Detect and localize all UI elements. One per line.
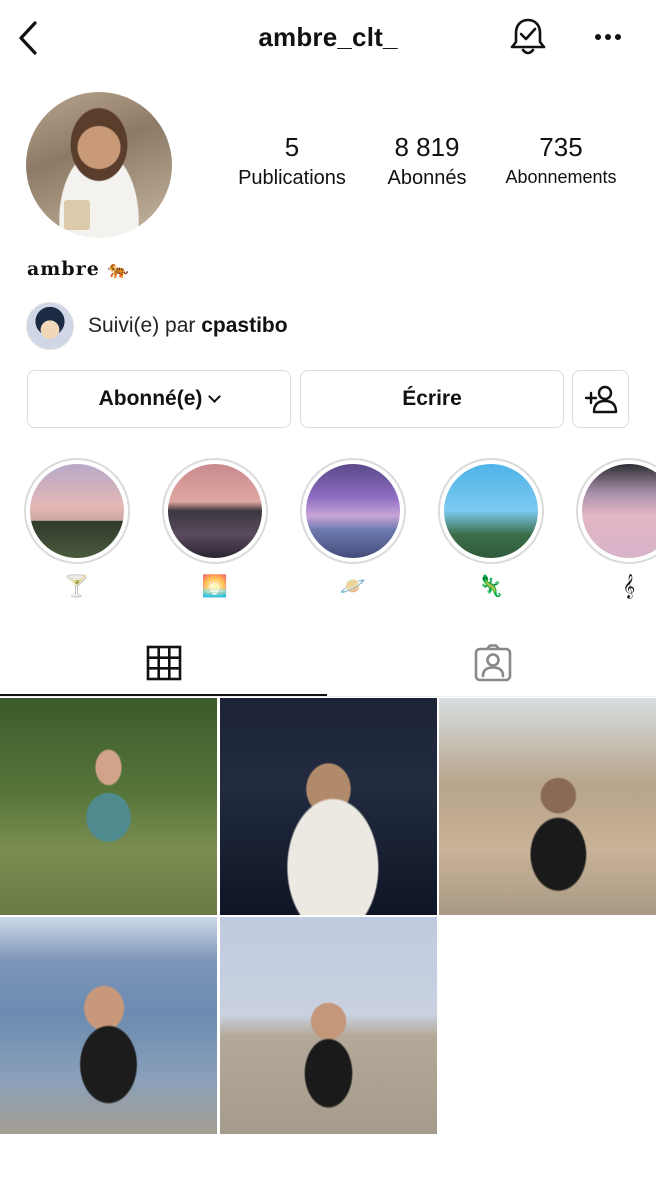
highlight-ring [576, 458, 656, 564]
highlight-label: 🪐 [339, 574, 367, 598]
tagged-person-icon [474, 644, 511, 682]
followed-by-username: cpastibo [201, 314, 288, 337]
highlight-ring [162, 458, 268, 564]
highlight-4[interactable]: 🦎 [438, 458, 544, 600]
highlight-ring [438, 458, 544, 564]
stat-publications-count: 5 [284, 132, 300, 162]
message-button[interactable]: Écrire [300, 370, 564, 428]
suggest-users-button[interactable] [572, 370, 629, 428]
stat-following-label: Abonnements [505, 167, 617, 187]
display-name-text: ambre [27, 258, 100, 280]
stat-following-count: 735 [539, 132, 583, 162]
post-thumbnail-2[interactable] [220, 698, 437, 915]
top-bar: ambre_clt_ [0, 0, 656, 76]
highlight-label: 𝄞 [622, 574, 636, 598]
profile-username: ambre_clt_ [258, 22, 398, 52]
stat-following[interactable]: 735 Abonnements [486, 132, 636, 188]
highlight-label: 🍸 [63, 574, 91, 598]
followed-by-prefix: Suivi(e) par [88, 314, 196, 337]
highlight-cover-lake-sunset [168, 464, 262, 558]
tiger-emoji: 🐅 [107, 260, 130, 280]
highlight-cover-palm-trees [444, 464, 538, 558]
bell-check-icon [510, 18, 546, 55]
highlight-cover-palms-sunset [30, 464, 124, 558]
stat-publications[interactable]: 5 Publications [217, 132, 367, 190]
grid-icon [146, 645, 181, 681]
more-horizontal-icon [595, 34, 621, 40]
profile-avatar[interactable] [26, 92, 172, 238]
followed-by-text: Suivi(e) par cpastibo [88, 314, 288, 338]
highlight-1[interactable]: 🍸 [24, 458, 130, 600]
highlight-label: 🌅 [201, 574, 229, 598]
highlight-cover-pink-sky [582, 464, 656, 558]
following-button-label: Abonné(e) [98, 387, 203, 410]
highlight-ring [300, 458, 406, 564]
tab-tagged[interactable] [329, 630, 656, 696]
post-thumbnail-5[interactable] [220, 917, 437, 1134]
highlight-2[interactable]: 🌅 [162, 458, 268, 600]
followed-by-row[interactable]: Suivi(e) par cpastibo [26, 302, 288, 350]
highlight-5[interactable]: 𝄞 [576, 458, 656, 600]
stat-followers-count: 8 819 [394, 132, 460, 162]
stat-followers-label: Abonnés [387, 167, 467, 189]
follower-avatar [26, 302, 74, 350]
post-thumbnail-1[interactable] [0, 698, 217, 915]
stat-followers[interactable]: 8 819 Abonnés [352, 132, 502, 190]
profile-display-name: ambre 🐅 [27, 258, 130, 280]
message-button-label: Écrire [402, 387, 462, 410]
post-thumbnail-3[interactable] [439, 698, 656, 915]
highlight-cover-purple-sea [306, 464, 400, 558]
tab-posts-grid[interactable] [0, 630, 327, 696]
stat-publications-label: Publications [238, 167, 346, 189]
highlight-3[interactable]: 🪐 [300, 458, 406, 600]
post-thumbnail-4[interactable] [0, 917, 217, 1134]
avatar-glass-detail [64, 200, 90, 230]
more-options-button[interactable] [590, 22, 626, 52]
tab-divider [0, 696, 656, 697]
highlight-ring [24, 458, 130, 564]
highlight-label: 🦎 [477, 574, 505, 598]
following-button[interactable]: Abonné(e) [27, 370, 291, 428]
add-person-icon [584, 385, 617, 414]
notifications-button[interactable] [508, 16, 548, 58]
chevron-down-icon [208, 389, 222, 403]
